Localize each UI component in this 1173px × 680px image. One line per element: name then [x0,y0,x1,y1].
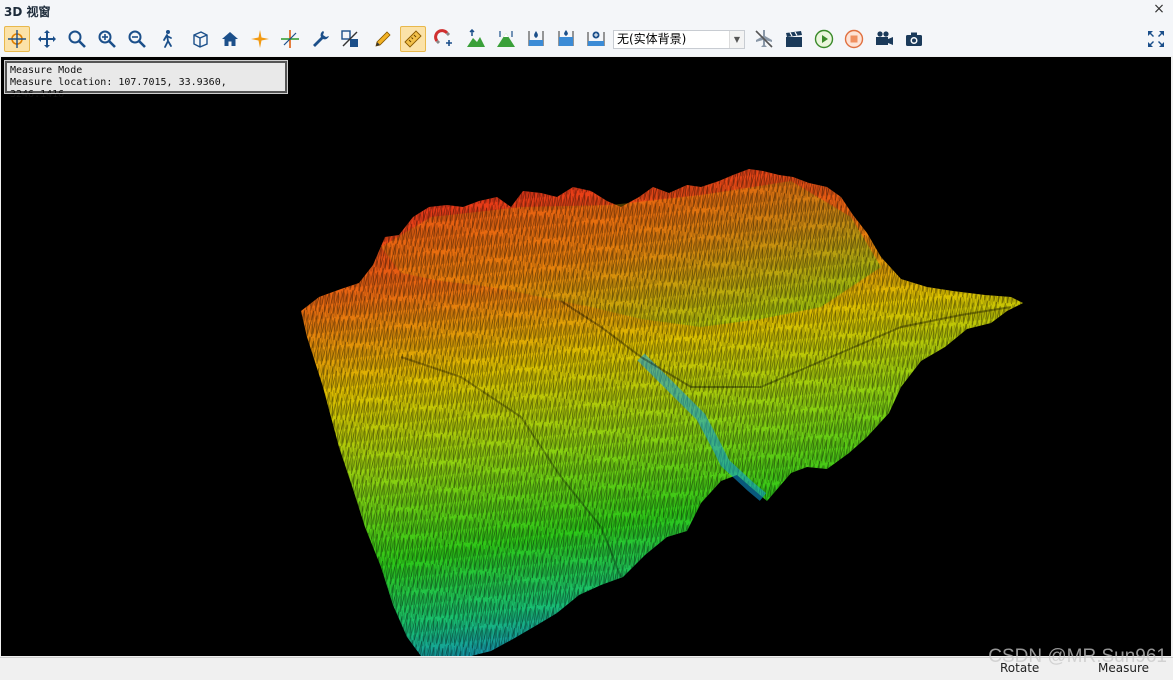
pencil-icon[interactable] [370,26,396,52]
magnifier-icon[interactable] [64,26,90,52]
watermark-text: CSDN @MR.Sun961 [988,646,1167,667]
fullscreen-icon[interactable] [1143,26,1169,52]
chevron-down-icon[interactable]: ▼ [729,31,744,48]
water-level-icon[interactable] [523,26,549,52]
flood-icon[interactable] [583,26,609,52]
toolbar: 无(实体背景) ▼ [0,22,1173,56]
terrain-peak-icon[interactable] [493,26,519,52]
move-arrows-icon[interactable] [34,26,60,52]
crosshair-target-icon[interactable] [4,26,30,52]
measure-info-overlay: Measure Mode Measure location: 107.7015,… [4,60,288,100]
ruler-icon[interactable] [400,26,426,52]
window-titlebar: 3D 视窗 × [0,0,1173,23]
photo-camera-icon[interactable] [901,26,927,52]
video-camera-icon[interactable] [871,26,897,52]
close-icon[interactable]: × [1151,1,1167,17]
window-title: 3D 视窗 [4,5,51,19]
terrain-render[interactable] [1,57,1171,656]
measure-mode-label: Measure Mode [10,65,83,76]
zoom-out-icon[interactable] [124,26,150,52]
water-fill-icon[interactable] [553,26,579,52]
clapperboard-icon[interactable] [781,26,807,52]
background-select-value: 无(实体背景) [617,32,687,46]
axis-cross-icon[interactable] [277,26,303,52]
walking-person-icon[interactable] [154,26,180,52]
home-icon[interactable] [217,26,243,52]
cube-icon[interactable] [187,26,213,52]
wrench-icon[interactable] [307,26,333,52]
magnet-icon[interactable] [430,26,456,52]
scale-ratio-icon[interactable] [337,26,363,52]
measure-location-label: Measure location: 107.7015, 33.9360, 324… [10,77,227,100]
sparkle-point-icon[interactable] [247,26,273,52]
3d-viewport[interactable]: Measure Mode Measure location: 107.7015,… [1,57,1171,656]
background-select[interactable]: 无(实体背景) ▼ [613,30,745,49]
play-icon[interactable] [811,26,837,52]
terrain-up-icon[interactable] [463,26,489,52]
zoom-in-icon[interactable] [94,26,120,52]
airplane-off-icon[interactable] [751,26,777,52]
stop-icon[interactable] [841,26,867,52]
